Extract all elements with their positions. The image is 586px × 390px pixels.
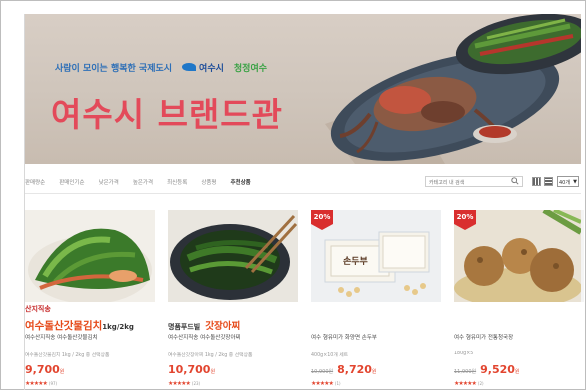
star-icons: ★★★★★ bbox=[311, 380, 334, 387]
sale-price: 10,700원 bbox=[168, 363, 215, 376]
review-count: (23) bbox=[191, 381, 201, 386]
product-image[interactable] bbox=[168, 210, 298, 302]
items-per-page-select[interactable]: 40개 ▼ bbox=[557, 176, 579, 187]
product-card[interactable]: 산지직송 여수돌산갓물김치1kg/2kg 여수산지직송 여수돌산갓물김치 여수돌… bbox=[25, 210, 155, 390]
list-view-icon[interactable] bbox=[544, 177, 553, 186]
sort-high-price[interactable]: 높은가격 bbox=[133, 178, 153, 186]
sale-price: 9,520원 bbox=[480, 363, 519, 376]
review-count: (2) bbox=[477, 381, 484, 386]
product-name[interactable]: 여수산지직송 여수돌산갓장아찌 bbox=[168, 333, 298, 341]
tofu-package-label: 손두부 bbox=[343, 257, 368, 267]
review-count: (1) bbox=[334, 381, 341, 386]
currency-unit: 원 bbox=[371, 369, 377, 375]
product-promo: 산지직송 여수돌산갓물김치1kg/2kg bbox=[25, 304, 155, 333]
product-card[interactable]: 손두부 20% 여수 형유미가 화양면 손두부 400g×10개 세트 10,9… bbox=[311, 210, 441, 390]
product-image[interactable]: 손두부 20% bbox=[311, 210, 441, 302]
review-count: (97) bbox=[48, 381, 58, 386]
pickle-image bbox=[168, 210, 298, 302]
grid-view-icon[interactable] bbox=[532, 177, 541, 186]
product-image[interactable]: 20% bbox=[454, 210, 584, 302]
currency-unit: 원 bbox=[59, 369, 65, 375]
yeosu-city-logo-text: 여수시 bbox=[199, 63, 224, 74]
original-price: 11,900원 bbox=[454, 369, 477, 375]
product-image[interactable] bbox=[25, 210, 155, 302]
sort-recommended[interactable]: 추천상품 bbox=[231, 178, 251, 186]
sort-sales[interactable]: 판매량순 bbox=[25, 178, 45, 186]
price-row: 10,900원 8,720원 bbox=[311, 363, 377, 376]
brand-banner[interactable]: 사람이 모이는 행복한 국제도시 여수시 청정여수 여수시 브랜드관 bbox=[25, 14, 581, 164]
sort-options: 판매량순 판매인기순 낮은가격 높은가격 최신등록 상품평 추천상품 bbox=[25, 178, 251, 186]
product-description: 여수돌산갓장아찌 1kg / 2kg 중 선택상품 bbox=[168, 353, 253, 358]
yeosu-city-logo: 여수시 bbox=[182, 61, 224, 74]
sort-newest[interactable]: 최신등록 bbox=[167, 178, 187, 186]
city-logos: 사람이 모이는 행복한 국제도시 여수시 청정여수 bbox=[55, 60, 267, 74]
product-promo: 명품푸드빌 갓장아찌 bbox=[168, 314, 298, 333]
star-icons: ★★★★★ bbox=[25, 380, 48, 387]
product-card[interactable]: 명품푸드빌 갓장아찌 여수산지직송 여수돌산갓장아찌 여수돌산갓장아찌 1kg … bbox=[168, 210, 298, 390]
items-per-page-value: 40개 bbox=[559, 180, 570, 186]
product-description: 180g×5 bbox=[454, 351, 474, 356]
currency-unit: 원 bbox=[210, 369, 216, 375]
product-grid: 산지직송 여수돌산갓물김치1kg/2kg 여수산지직송 여수돌산갓물김치 여수돌… bbox=[25, 210, 584, 390]
brand-page: 사람이 모이는 행복한 국제도시 여수시 청정여수 여수시 브랜드관 판매량순 … bbox=[24, 14, 584, 390]
sale-price: 9,700원 bbox=[25, 363, 64, 376]
star-icons: ★★★★★ bbox=[168, 380, 191, 387]
product-card[interactable]: 20% 여수 형유미가 전통청국장 180g×5 11,900원 9,520원 … bbox=[454, 210, 584, 390]
search-icon[interactable] bbox=[511, 177, 519, 185]
sale-price-value: 9,700 bbox=[25, 363, 60, 376]
star-icons: ★★★★★ bbox=[454, 380, 477, 387]
sale-price-value: 8,720 bbox=[337, 363, 372, 376]
promo-weight: 1kg/2kg bbox=[102, 323, 134, 331]
banner-title: 여수시 브랜드관 bbox=[51, 95, 284, 134]
city-emblem-icon bbox=[182, 63, 197, 71]
price-row: 9,700원 bbox=[25, 363, 64, 376]
price-row: 10,700원 bbox=[168, 363, 215, 376]
sale-price: 8,720원 bbox=[337, 363, 376, 376]
currency-unit: 원 bbox=[514, 369, 520, 375]
product-description: 여수돌산갓물김치 1kg / 2kg 중 선택상품 bbox=[25, 353, 110, 358]
price-row: 11,900원 9,520원 bbox=[454, 363, 520, 376]
product-name[interactable]: 여수 형유미가 전통청국장 bbox=[454, 333, 584, 341]
sort-reviews[interactable]: 상품평 bbox=[201, 178, 216, 186]
sale-price-value: 9,520 bbox=[480, 363, 515, 376]
chevron-down-icon: ▼ bbox=[573, 179, 577, 185]
product-description: 400g×10개 세트 bbox=[311, 353, 349, 358]
kimchi-image bbox=[25, 210, 155, 302]
sort-popular[interactable]: 판매인기순 bbox=[59, 178, 84, 186]
promo-tag: 산지직송 bbox=[25, 305, 51, 313]
product-name[interactable]: 여수 형유미가 화양면 손두부 bbox=[311, 333, 441, 341]
promo-title: 갓장아찌 bbox=[205, 321, 241, 332]
promo-title: 여수돌산갓물김치 bbox=[25, 320, 103, 332]
original-price: 10,900원 bbox=[311, 369, 334, 375]
slogan-logo: 사람이 모이는 행복한 국제도시 bbox=[55, 63, 173, 74]
promo-brand: 명품푸드빌 bbox=[168, 323, 201, 331]
rating-stars: ★★★★★ (97) bbox=[25, 380, 57, 387]
sale-price-value: 10,700 bbox=[168, 363, 211, 376]
product-name[interactable]: 여수산지직송 여수돌산갓물김치 bbox=[25, 333, 155, 341]
rating-stars: ★★★★★ (23) bbox=[168, 380, 200, 387]
sort-toolbar: 판매량순 판매인기순 낮은가격 높은가격 최신등록 상품평 추천상품 카테고리 … bbox=[25, 172, 581, 194]
rating-stars: ★★★★★ (1) bbox=[311, 380, 341, 387]
category-search-input[interactable]: 카테고리 내 검색 bbox=[425, 176, 523, 187]
sort-low-price[interactable]: 낮은가격 bbox=[99, 178, 119, 186]
clean-yeosu-logo: 청정여수 bbox=[233, 63, 268, 74]
rating-stars: ★★★★★ (2) bbox=[454, 380, 484, 387]
